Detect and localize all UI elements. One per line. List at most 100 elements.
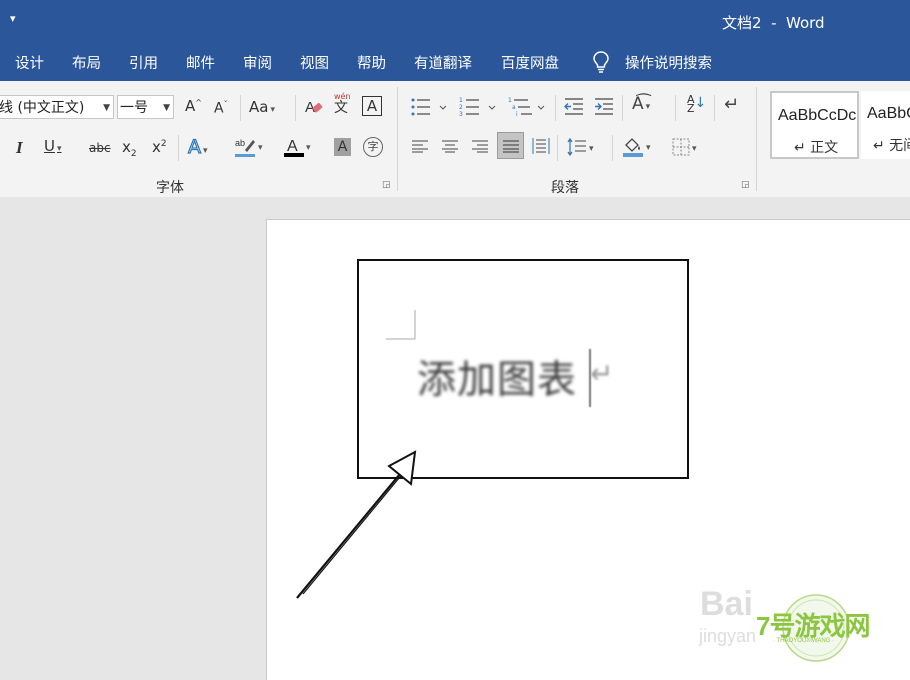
chevron-down-icon: ▾ [306, 143, 311, 153]
numbering-icon[interactable]: 1 2 3 [459, 97, 499, 117]
site-sub-watermark: · THAOYOUXIWANG · [773, 638, 835, 644]
chevron-down-icon: ▾ [646, 143, 651, 153]
divider [622, 95, 623, 121]
chevron-down-icon: ▾ [203, 146, 208, 156]
tab-youdao-translate[interactable]: 有道翻译 [414, 52, 472, 73]
tab-references[interactable]: 引用 [129, 52, 158, 73]
superscript-button[interactable]: x2 [152, 140, 167, 155]
character-shading-icon[interactable]: A [334, 138, 351, 156]
svg-text:i: i [516, 111, 518, 117]
text-effects-button[interactable]: A ▾ [187, 137, 208, 157]
phonetic-guide-icon[interactable]: wén 文 [334, 93, 351, 116]
italic-button[interactable]: I [16, 139, 23, 156]
borders-button[interactable]: ▾ [672, 138, 697, 159]
font-name-select[interactable]: 线 (中文正文) ▼ [0, 95, 114, 119]
style-sample: AaBbCcDc [778, 107, 857, 124]
highlighter-icon: ab [235, 138, 255, 157]
chevron-down-icon: ▾ [589, 144, 594, 154]
grow-font-icon[interactable]: A^ [185, 99, 202, 114]
justify-button[interactable] [497, 132, 524, 159]
tab-layout[interactable]: 布局 [72, 52, 101, 73]
paragraph-group-label: 段落 [551, 180, 579, 196]
dialog-launcher-icon[interactable]: ◲ [741, 180, 750, 190]
chevron-down-icon: ▾ [645, 102, 651, 112]
borders-icon [672, 138, 690, 156]
enclose-characters-icon[interactable]: 字 [363, 137, 383, 157]
justify-icon [503, 140, 519, 153]
dialog-launcher-icon[interactable]: ◲ [382, 180, 391, 190]
align-left-icon[interactable] [412, 139, 428, 153]
chinese-layout-button[interactable]: A͡ ▾ [632, 96, 650, 113]
superscript-sup: 2 [160, 139, 167, 149]
align-right-icon[interactable] [472, 139, 488, 153]
strikethrough-button[interactable]: abc [89, 142, 111, 154]
distributed-icon[interactable] [532, 137, 550, 155]
quick-access-dropdown-icon[interactable]: ▾ [10, 12, 16, 25]
style-name: ↵ 正文 [794, 140, 839, 156]
tab-baidu-netdisk[interactable]: 百度网盘 [501, 52, 559, 73]
underline-button[interactable]: U ▾ [44, 139, 62, 154]
character-border-icon[interactable]: A [362, 96, 382, 116]
decrease-indent-icon[interactable] [563, 97, 585, 117]
font-name-value: 线 (中文正文) [0, 100, 85, 116]
style-sample: AaBbC [867, 105, 910, 122]
chevron-down-icon: ▼ [163, 103, 170, 113]
tell-me-search[interactable]: 操作说明搜索 [625, 52, 712, 73]
increase-indent-icon[interactable] [593, 97, 615, 117]
divider [557, 135, 558, 161]
subscript-button[interactable]: x2 [122, 140, 137, 159]
chevron-down-icon: ▾ [258, 143, 263, 153]
svg-text:1: 1 [508, 97, 512, 104]
paragraph-mark: ↵ [590, 357, 614, 390]
change-case-label: Aa [249, 98, 269, 116]
tab-design[interactable]: 设计 [15, 52, 44, 73]
tab-view[interactable]: 视图 [300, 52, 329, 73]
line-spacing-icon [567, 137, 586, 157]
line-spacing-button[interactable]: ▾ [567, 137, 594, 160]
font-color-button[interactable]: A ▾ [284, 136, 311, 161]
chevron-down-icon: ▼ [103, 103, 110, 113]
lightbulb-icon[interactable] [592, 50, 610, 74]
title-bar: ▾ 文档2 - Word [0, 0, 910, 44]
ribbon-tabs: 设计 布局 引用 邮件 审阅 视图 帮助 有道翻译 百度网盘 操作说明搜索 [0, 44, 910, 81]
divider [555, 95, 556, 121]
chevron-down-icon: ▾ [56, 144, 62, 154]
divider [714, 95, 715, 121]
style-normal[interactable]: AaBbCcDc ↵ 正文 [770, 91, 859, 159]
shading-button[interactable]: ▾ [622, 136, 651, 161]
sort-icon[interactable]: A Z↓ [687, 94, 706, 114]
svg-text:A: A [287, 138, 298, 155]
svg-text:a: a [512, 104, 516, 111]
tab-review[interactable]: 审阅 [243, 52, 272, 73]
shrink-font-icon[interactable]: Aˇ [214, 101, 228, 116]
chevron-down-icon: ▾ [270, 105, 275, 115]
style-no-spacing[interactable]: AaBbC ↵ 无间 [861, 91, 910, 159]
group-separator [756, 87, 757, 191]
subscript-sub: 2 [130, 149, 137, 159]
divider [295, 95, 296, 121]
phonetic-bottom: 文 [334, 100, 348, 116]
paint-bucket-icon [623, 138, 643, 157]
clear-formatting-icon[interactable]: A [304, 97, 324, 117]
bullets-icon[interactable] [410, 97, 450, 117]
font-size-value: 一号 [120, 100, 148, 116]
divider [178, 135, 179, 161]
style-name: ↵ 无间 [873, 138, 910, 154]
document-body-text: 添加图表 [417, 358, 578, 403]
group-separator [397, 87, 398, 191]
multilevel-list-icon[interactable]: 1 a i [508, 97, 548, 117]
show-hide-marks-icon[interactable]: ↵ [724, 96, 739, 114]
baidu-watermark: Bai [700, 585, 753, 623]
svg-text:3: 3 [459, 111, 463, 117]
font-color-icon: A [284, 138, 304, 157]
margin-corner-mark [386, 310, 416, 340]
font-size-select[interactable]: 一号 ▼ [117, 95, 174, 119]
highlight-color-button[interactable]: ab ▾ [234, 136, 263, 161]
tab-help[interactable]: 帮助 [357, 52, 386, 73]
home-ribbon: 线 (中文正文) ▼ 一号 ▼ A^ Aˇ Aa ▾ A wén 文 A I U ▾ … [0, 81, 910, 198]
tab-mailings[interactable]: 邮件 [186, 52, 215, 73]
svg-text:1: 1 [459, 97, 463, 104]
divider [612, 135, 613, 161]
change-case-button[interactable]: Aa ▾ [249, 100, 275, 115]
align-center-icon[interactable] [442, 139, 458, 153]
